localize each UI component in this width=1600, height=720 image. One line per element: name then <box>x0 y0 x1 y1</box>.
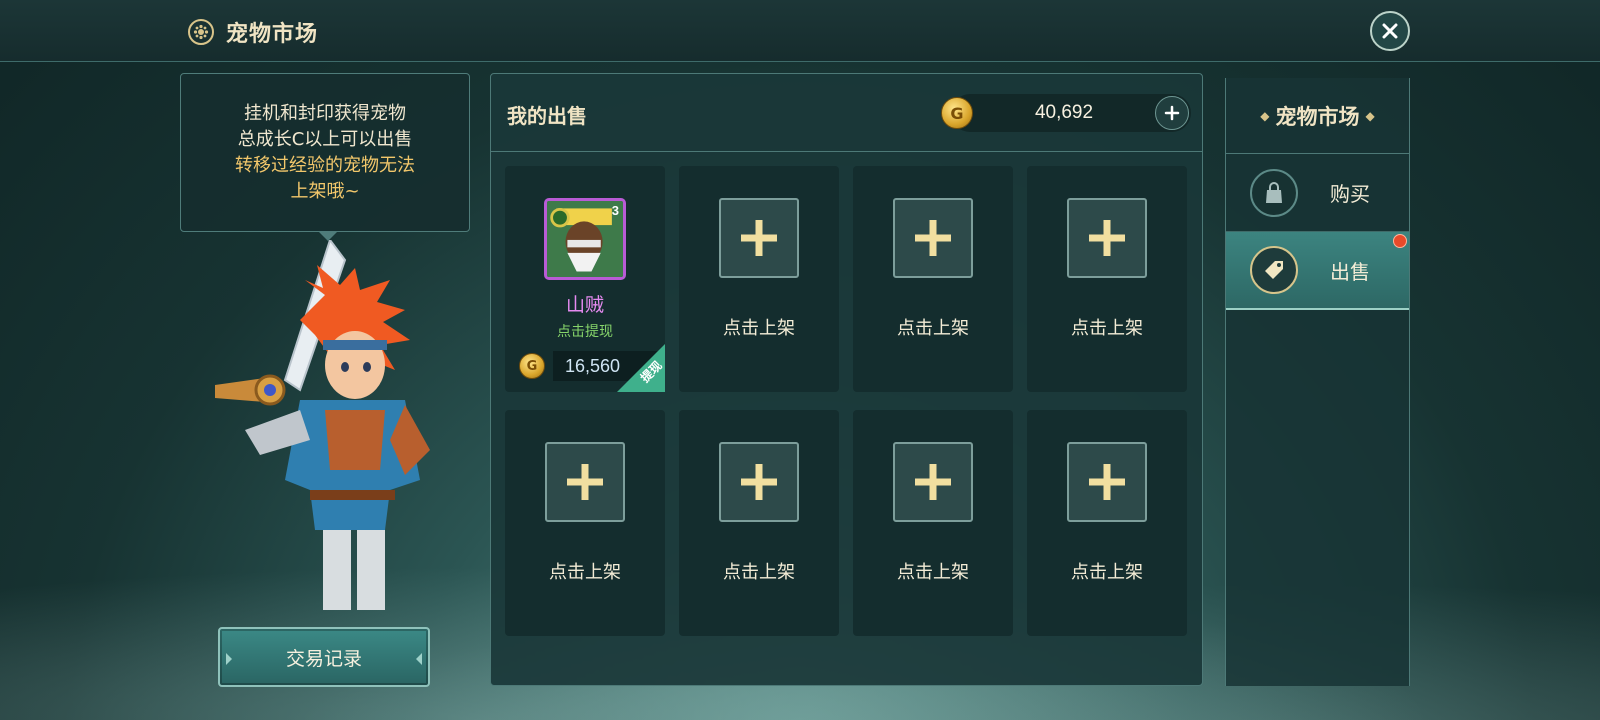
panel-title: 我的出售 <box>507 104 587 128</box>
pet-name: 山贼 <box>565 294 604 316</box>
sale-slots-grid: 3 山贼 点击提现 G 16,560 提现 点击上架 点击上架 点击上架 点击上… <box>505 166 1192 673</box>
ornament-icon: ◆ <box>1365 108 1375 123</box>
list-item-label: 点击上架 <box>1071 562 1143 583</box>
sale-slot-empty[interactable]: 点击上架 <box>853 166 1013 392</box>
sidebar-title: 宠物市场 <box>1275 104 1360 129</box>
page-title: 宠物市场 <box>226 22 319 47</box>
shopping-bag-icon <box>1250 168 1298 217</box>
add-listing-plus <box>719 198 799 278</box>
price-tag-icon <box>1250 246 1298 294</box>
currency-value: 40,692 <box>1034 102 1094 123</box>
add-listing-plus <box>893 442 973 522</box>
sale-slot-empty[interactable]: 点击上架 <box>679 410 839 636</box>
panel-header: 我的出售 G 40,692 <box>491 74 1202 152</box>
withdraw-action-text[interactable]: 点击提现 <box>557 321 613 341</box>
plus-icon <box>1089 220 1125 256</box>
plus-icon <box>915 464 951 500</box>
add-listing-plus <box>1067 442 1147 522</box>
gear-flower-icon <box>188 19 214 45</box>
plus-icon <box>741 220 777 256</box>
withdraw-tag[interactable]: 提现 <box>617 344 665 392</box>
tab-sell[interactable]: 出售 <box>1226 232 1409 310</box>
pet-level: 3 <box>611 203 619 218</box>
sale-slot-empty[interactable]: 点击上架 <box>1027 166 1187 392</box>
hero-character-illustration <box>215 240 430 610</box>
list-item-label: 点击上架 <box>723 562 795 583</box>
tip-line: 总成长C以上可以出售 <box>237 128 413 150</box>
add-currency-button[interactable] <box>1155 96 1189 130</box>
market-sidebar: ◆ 宠物市场 ◆ 购买 出售 <box>1225 78 1410 686</box>
trade-history-button[interactable]: 交易记录 <box>218 627 430 687</box>
list-item-label: 点击上架 <box>723 318 795 339</box>
close-icon <box>1382 23 1398 39</box>
plus-icon <box>567 464 603 500</box>
sale-slot-empty[interactable]: 点击上架 <box>853 410 1013 636</box>
sale-slot-empty[interactable]: 点击上架 <box>679 166 839 392</box>
sale-slot-filled[interactable]: 3 山贼 点击提现 G 16,560 提现 <box>505 166 665 392</box>
sale-slot-empty[interactable]: 点击上架 <box>505 410 665 636</box>
my-sales-panel: 我的出售 G 40,692 3 山贼 点击提现 G 16,560 提现 点击上架… <box>490 73 1203 686</box>
tab-sell-label: 出售 <box>1330 259 1370 284</box>
tip-line: 挂机和封印获得宠物 <box>244 102 406 124</box>
close-button[interactable] <box>1370 11 1410 51</box>
add-listing-plus <box>545 442 625 522</box>
top-bar: 宠物市场 <box>0 0 1600 62</box>
currency-display: G 40,692 <box>941 94 1191 132</box>
add-listing-plus <box>893 198 973 278</box>
plus-icon <box>1164 105 1180 121</box>
sidebar-header: ◆ 宠物市场 ◆ <box>1226 78 1409 154</box>
notification-badge <box>1393 234 1407 248</box>
plus-icon <box>915 220 951 256</box>
tip-box: 挂机和封印获得宠物 总成长C以上可以出售 转移过经验的宠物无法 上架哦~ <box>180 73 470 232</box>
tab-buy[interactable]: 购买 <box>1226 154 1409 232</box>
tip-highlight-line: 转移过经验的宠物无法 <box>235 154 415 176</box>
trade-history-label: 交易记录 <box>285 647 362 670</box>
list-item-label: 点击上架 <box>549 562 621 583</box>
plus-icon <box>1089 464 1125 500</box>
plus-icon <box>741 464 777 500</box>
add-listing-plus <box>1067 198 1147 278</box>
list-item-label: 点击上架 <box>1071 318 1143 339</box>
list-item-label: 点击上架 <box>897 562 969 583</box>
gold-coin-icon: G <box>941 97 973 129</box>
pet-portrait: 3 <box>544 198 626 280</box>
title-group: 宠物市场 <box>188 16 318 48</box>
tip-highlight-line: 上架哦~ <box>290 180 360 202</box>
ornament-icon: ◆ <box>1260 108 1270 123</box>
tab-buy-label: 购买 <box>1330 182 1370 206</box>
gold-coin-icon: G <box>519 353 545 379</box>
sale-slot-empty[interactable]: 点击上架 <box>1027 410 1187 636</box>
list-item-label: 点击上架 <box>897 318 969 339</box>
add-listing-plus <box>719 442 799 522</box>
